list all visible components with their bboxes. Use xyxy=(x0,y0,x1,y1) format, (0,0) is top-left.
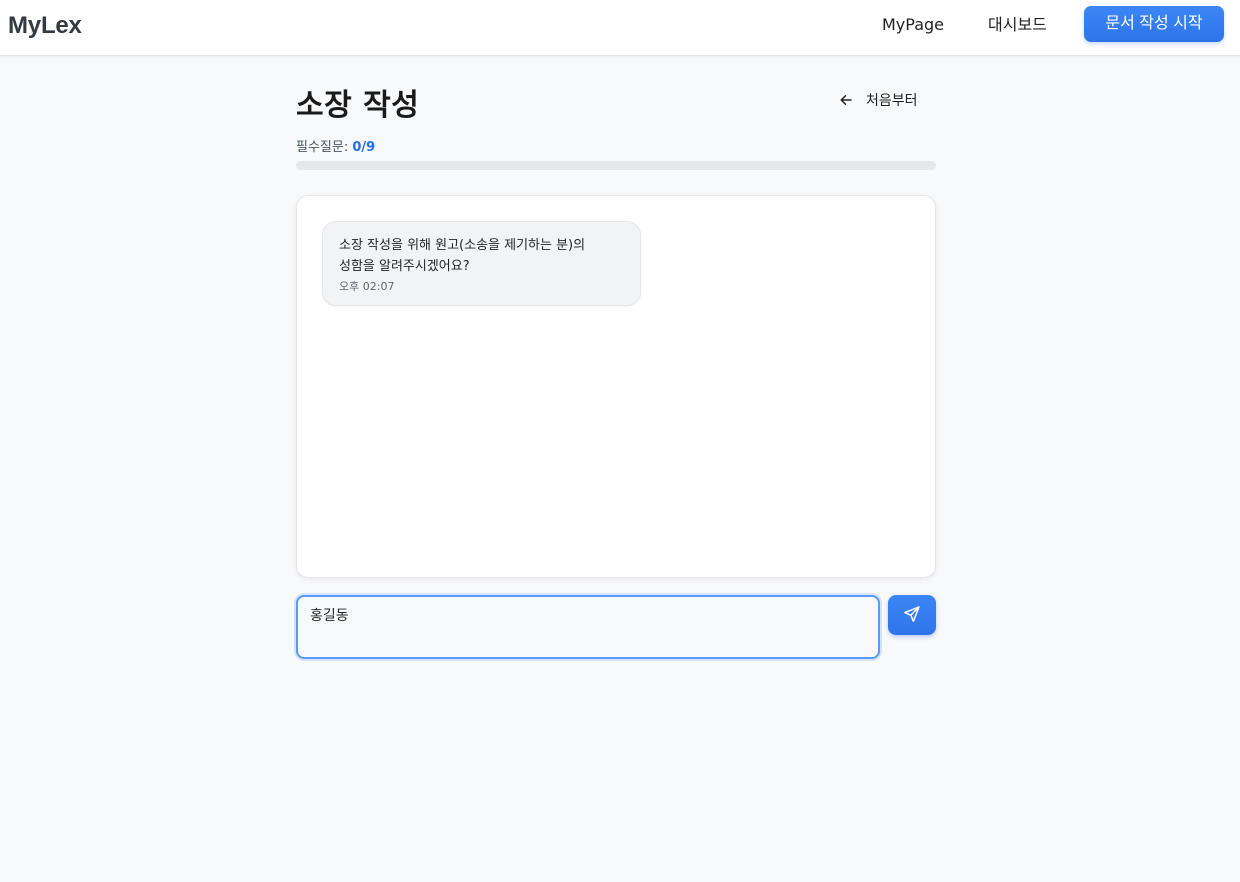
progress-label-text: 필수질문: xyxy=(296,140,349,155)
chat-panel[interactable]: 소장 작성을 위해 원고(소송을 제기하는 분)의 성함을 알려주시겠어요? 오… xyxy=(296,195,936,578)
progress-label: 필수질문: 0/9 xyxy=(296,136,375,155)
nav-mypage-link[interactable]: MyPage xyxy=(882,14,944,36)
assistant-message-bubble: 소장 작성을 위해 원고(소송을 제기하는 분)의 성함을 알려주시겠어요? 오… xyxy=(322,221,641,306)
nav-dashboard-link[interactable]: 대시보드 xyxy=(988,14,1047,36)
progress-count: 0/9 xyxy=(352,140,376,155)
message-timestamp: 오후 02:07 xyxy=(339,280,395,293)
answer-input[interactable]: 홍길동 xyxy=(296,595,880,659)
start-document-button[interactable]: 문서 작성 시작 xyxy=(1084,6,1224,42)
top-navbar: MyLex MyPage 대시보드 문서 작성 시작 xyxy=(0,0,1240,56)
page-title: 소장 작성 xyxy=(296,88,420,123)
progress-bar xyxy=(296,161,936,170)
send-icon xyxy=(903,605,921,626)
brand-logo[interactable]: MyLex xyxy=(8,12,82,40)
arrow-left-icon xyxy=(838,92,854,108)
restart-button[interactable]: 처음부터 xyxy=(838,88,936,112)
send-button[interactable] xyxy=(888,595,936,635)
message-text: 소장 작성을 위해 원고(소송을 제기하는 분)의 성함을 알려주시겠어요? xyxy=(339,238,586,274)
restart-label: 처음부터 xyxy=(866,92,918,108)
